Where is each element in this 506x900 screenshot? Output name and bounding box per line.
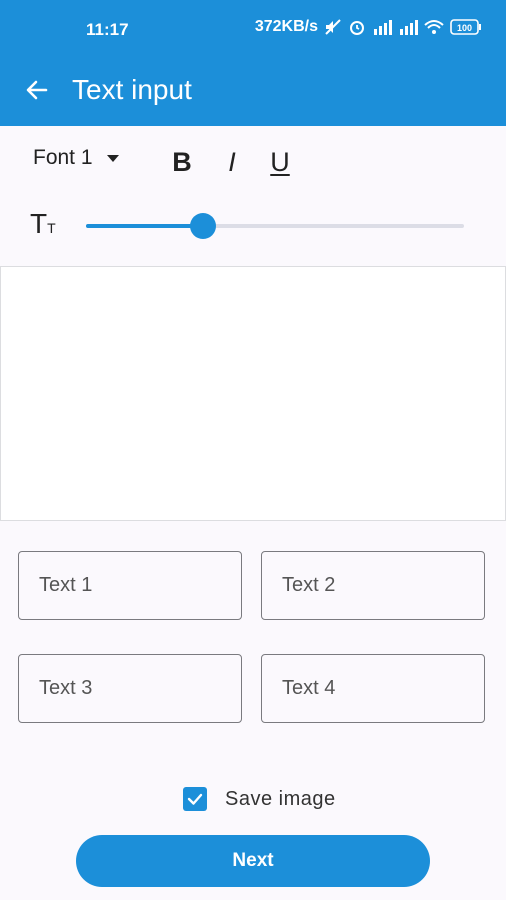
bold-button[interactable]: B <box>164 142 200 182</box>
status-icons: 372KB/s 100 <box>255 18 482 36</box>
app-bar: Text input <box>0 60 506 126</box>
alarm-icon <box>348 18 366 36</box>
status-time: 11:17 <box>86 20 129 39</box>
text-size-icon-small: T <box>47 220 56 236</box>
save-image-option[interactable]: Save image <box>183 787 336 811</box>
text-size-row: TT <box>0 200 506 252</box>
text-size-icon: TT <box>30 208 56 240</box>
status-bar: 11:17 372KB/s 100 <box>0 0 506 60</box>
text-preview-area[interactable] <box>0 266 506 521</box>
text-4-field[interactable] <box>261 654 485 723</box>
save-image-checkbox[interactable] <box>183 787 207 811</box>
battery-level: 100 <box>457 23 472 33</box>
back-button[interactable] <box>20 73 54 107</box>
slider-fill <box>86 224 204 228</box>
font-dropdown[interactable]: Font 1 <box>33 146 119 170</box>
arrow-left-icon <box>26 80 48 100</box>
mute-icon <box>324 18 342 36</box>
page-title: Text input <box>72 74 192 105</box>
text-2-field[interactable] <box>261 551 485 620</box>
italic-button[interactable]: I <box>214 142 250 182</box>
signal-icon <box>398 19 418 35</box>
text-3-field[interactable] <box>18 654 242 723</box>
text-3-input[interactable] <box>19 655 241 722</box>
caret-down-icon <box>106 154 119 162</box>
text-size-icon-large: T <box>30 208 48 239</box>
signal-icon <box>372 19 392 35</box>
save-image-label: Save image <box>225 787 336 810</box>
underline-button[interactable]: U <box>262 142 298 182</box>
format-toolbar: Font 1 B I U <box>0 138 506 186</box>
text-2-input[interactable] <box>262 552 484 619</box>
wifi-icon <box>424 19 444 35</box>
check-icon <box>187 793 203 805</box>
text-1-input[interactable] <box>19 552 241 619</box>
font-dropdown-label: Font 1 <box>33 146 93 169</box>
text-1-field[interactable] <box>18 551 242 620</box>
text-4-input[interactable] <box>262 655 484 722</box>
text-size-slider[interactable] <box>86 213 464 239</box>
next-button[interactable]: Next <box>76 835 430 887</box>
network-speed: 372KB/s <box>254 18 318 35</box>
slider-thumb[interactable] <box>190 213 217 239</box>
battery-icon: 100 <box>450 18 482 36</box>
